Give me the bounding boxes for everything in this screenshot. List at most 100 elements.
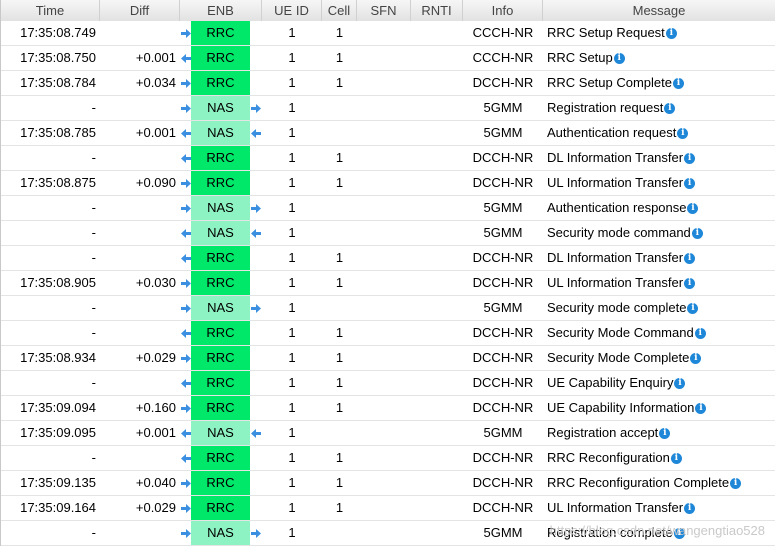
sfn-cell <box>357 171 411 195</box>
sfn-cell <box>357 96 411 120</box>
direction-in-cell <box>180 446 191 470</box>
info-icon[interactable]: i <box>665 28 677 40</box>
sfn-cell <box>357 446 411 470</box>
info-icon[interactable]: i <box>677 128 689 140</box>
table-row[interactable]: 17:35:09.095 +0.001 NAS 1 5GMM Registration a… <box>1 421 775 446</box>
info-icon[interactable]: i <box>684 503 696 515</box>
cell-cell <box>322 121 357 145</box>
table-row[interactable]: - NAS 1 5GMM Security mode complete i <box>1 296 775 321</box>
info-icon[interactable]: i <box>673 78 684 90</box>
cell-cell <box>322 296 357 320</box>
cell-cell: 1 <box>335 250 344 265</box>
message-cell: Registration accept i <box>543 421 775 445</box>
sfn-cell <box>357 221 411 245</box>
column-header-cell[interactable]: Cell <box>322 0 357 21</box>
ue-cell: 1 <box>288 150 296 165</box>
message-cell: Security Mode Complete i <box>543 346 775 370</box>
time-cell: 17:35:09.135 <box>20 475 96 490</box>
watermark: https://blog.csdn.net/wangengtiao528 <box>549 523 765 538</box>
arrow-left-icon <box>251 429 261 438</box>
message-cell: DL Information Transfer i <box>543 146 775 170</box>
table-row[interactable]: - NAS 1 5GMM Security mode command i <box>1 221 775 246</box>
column-header-info[interactable]: Info <box>463 0 543 21</box>
info-icon[interactable]: i <box>659 428 671 440</box>
direction-out-cell <box>250 396 262 420</box>
info-icon[interactable]: i <box>684 153 696 165</box>
info-cell: DCCH-NR <box>472 175 534 190</box>
info-icon[interactable]: i <box>674 378 686 390</box>
info-cell: CCCH-NR <box>472 50 534 65</box>
info-icon[interactable]: i <box>684 278 696 290</box>
info-icon[interactable]: i <box>664 103 676 115</box>
table-row[interactable]: 17:35:09.135 +0.040 RRC 1 1 DCCH-NR RRC Reconf… <box>1 471 775 496</box>
direction-in-cell <box>180 246 191 270</box>
arrow-left-icon <box>180 54 191 63</box>
column-header-ue-id[interactable]: UE ID <box>262 0 322 21</box>
table-row[interactable]: 17:35:08.749 RRC 1 1 CCCH-NR RRC Setup Reques… <box>1 21 775 46</box>
info-cell: DCCH-NR <box>472 475 534 490</box>
table-row[interactable]: - RRC 1 1 DCCH-NR DL Information Transfer i <box>1 246 775 271</box>
arrow-right-icon <box>180 479 191 488</box>
message-cell: Security mode complete i <box>543 296 775 320</box>
rnti-cell <box>411 296 463 320</box>
message-text: DL Information Transfer <box>547 250 684 265</box>
arrow-right-icon <box>251 304 261 313</box>
message-text: UL Information Transfer <box>547 500 684 515</box>
table-row[interactable]: 17:35:09.164 +0.029 RRC 1 1 DCCH-NR UL Informa… <box>1 496 775 521</box>
arrow-left-icon <box>180 254 191 263</box>
rnti-cell <box>411 46 463 70</box>
info-icon[interactable]: i <box>730 478 742 490</box>
column-header-time[interactable]: Time <box>1 0 100 21</box>
table-row[interactable]: 17:35:08.784 +0.034 RRC 1 1 DCCH-NR RRC Setup … <box>1 71 775 96</box>
table-row[interactable]: 17:35:08.750 +0.001 RRC 1 1 CCCH-NR RRC Setup i <box>1 46 775 71</box>
table-row[interactable]: - NAS 1 5GMM Authentication response i <box>1 196 775 221</box>
info-icon[interactable]: i <box>691 228 703 240</box>
cell-cell: 1 <box>335 25 344 40</box>
info-icon[interactable]: i <box>690 353 702 365</box>
info-icon[interactable]: i <box>694 328 706 340</box>
column-header-enb[interactable]: ENB <box>180 0 262 21</box>
column-header-message[interactable]: Message <box>543 0 775 21</box>
column-header-rnti[interactable]: RNTI <box>411 0 463 21</box>
table-row[interactable]: 17:35:08.934 +0.029 RRC 1 1 DCCH-NR Security M… <box>1 346 775 371</box>
info-cell: DCCH-NR <box>472 150 534 165</box>
direction-in-cell <box>180 346 191 370</box>
info-icon[interactable]: i <box>695 403 707 415</box>
cell-cell: 1 <box>335 75 344 90</box>
table-row[interactable]: - NAS 1 5GMM Registration request i <box>1 96 775 121</box>
rnti-cell <box>411 371 463 395</box>
table-row[interactable]: 17:35:08.905 +0.030 RRC 1 1 DCCH-NR UL Informa… <box>1 271 775 296</box>
table-row[interactable]: - RRC 1 1 DCCH-NR Security Mode Command i <box>1 321 775 346</box>
diff-cell <box>100 521 180 545</box>
info-icon[interactable]: i <box>670 453 682 465</box>
table-row[interactable]: 17:35:08.875 +0.090 RRC 1 1 DCCH-NR UL Informa… <box>1 171 775 196</box>
column-header-diff[interactable]: Diff <box>100 0 180 21</box>
arrow-right-icon <box>180 29 191 38</box>
time-cell: - <box>91 150 96 165</box>
message-text: Authentication response <box>547 200 687 215</box>
diff-cell: +0.001 <box>135 425 176 440</box>
direction-in-cell <box>180 96 191 120</box>
info-icon[interactable]: i <box>613 53 625 65</box>
table-row[interactable]: 17:35:09.094 +0.160 RRC 1 1 DCCH-NR UE Capabil… <box>1 396 775 421</box>
info-icon[interactable]: i <box>684 253 696 265</box>
message-text: UL Information Transfer <box>547 275 684 290</box>
cell-cell: 1 <box>335 500 344 515</box>
ue-cell: 1 <box>288 200 296 215</box>
info-icon[interactable]: i <box>687 203 699 215</box>
column-header-sfn[interactable]: SFN <box>357 0 411 21</box>
table-row[interactable]: - RRC 1 1 DCCH-NR UE Capability Enquiry i <box>1 371 775 396</box>
info-icon[interactable]: i <box>684 178 696 190</box>
sfn-cell <box>357 146 411 170</box>
protocol-cell: NAS <box>191 521 250 545</box>
protocol-cell: RRC <box>191 71 250 95</box>
message-cell: UE Capability Information i <box>543 396 775 420</box>
info-icon[interactable]: i <box>687 303 699 315</box>
table-row[interactable]: - RRC 1 1 DCCH-NR DL Information Transfer i <box>1 146 775 171</box>
rnti-cell <box>411 271 463 295</box>
table-row[interactable]: 17:35:08.785 +0.001 NAS 1 5GMM Authentication… <box>1 121 775 146</box>
table-row[interactable]: - RRC 1 1 DCCH-NR RRC Reconfiguration i <box>1 446 775 471</box>
ue-cell: 1 <box>288 50 296 65</box>
rnti-cell <box>411 321 463 345</box>
direction-out-cell <box>250 146 262 170</box>
